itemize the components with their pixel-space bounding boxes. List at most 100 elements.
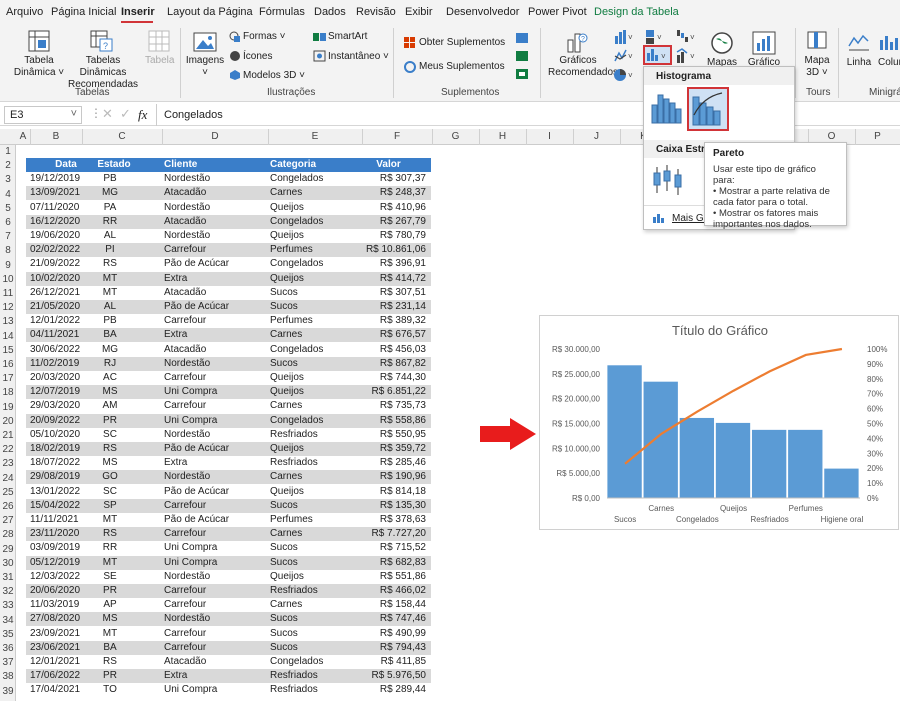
date-cell[interactable]: 26/12/2021 [30, 286, 82, 300]
state-cell[interactable]: RS [82, 655, 138, 669]
value-cell[interactable]: R$ 814,18 [360, 485, 426, 499]
client-cell[interactable]: Nordestão [164, 172, 264, 186]
value-cell[interactable]: R$ 396,91 [360, 257, 426, 271]
value-cell[interactable]: R$ 307,37 [360, 172, 426, 186]
client-cell[interactable]: Pão de Acúcar [164, 485, 264, 499]
value-cell[interactable]: R$ 248,37 [360, 186, 426, 200]
value-cell[interactable]: R$ 747,46 [360, 612, 426, 626]
date-cell[interactable]: 20/06/2020 [30, 584, 82, 598]
category-cell[interactable]: Carnes [270, 328, 360, 342]
value-cell[interactable]: R$ 558,86 [360, 414, 426, 428]
combo-chart-icon[interactable]: ˅ [676, 47, 698, 65]
bing-maps-icon[interactable] [515, 32, 529, 44]
date-cell[interactable]: 11/11/2021 [30, 513, 82, 527]
chevron-down-icon[interactable]: ˅ [71, 108, 77, 120]
tab-revisao[interactable]: Revisão [356, 6, 396, 18]
date-cell[interactable]: 11/03/2019 [30, 598, 82, 612]
line-chart-icon[interactable]: ˅ [614, 47, 636, 65]
client-cell[interactable]: Extra [164, 272, 264, 286]
date-cell[interactable]: 23/11/2020 [30, 527, 82, 541]
value-cell[interactable]: R$ 715,52 [360, 541, 426, 555]
column-header[interactable]: A [16, 131, 30, 142]
value-cell[interactable]: R$ 135,30 [360, 499, 426, 513]
state-cell[interactable]: PB [82, 314, 138, 328]
date-cell[interactable]: 29/03/2020 [30, 399, 82, 413]
state-cell[interactable]: SP [82, 499, 138, 513]
row-header[interactable]: 22 [0, 443, 16, 457]
date-cell[interactable]: 05/10/2020 [30, 428, 82, 442]
client-cell[interactable]: Pão de Acúcar [164, 300, 264, 314]
state-cell[interactable]: AP [82, 598, 138, 612]
date-cell[interactable]: 05/12/2019 [30, 556, 82, 570]
row-header[interactable]: 2 [0, 159, 16, 173]
state-cell[interactable]: AM [82, 399, 138, 413]
row-header[interactable]: 16 [0, 358, 16, 372]
state-cell[interactable]: PB [82, 172, 138, 186]
row-header[interactable]: 17 [0, 372, 16, 386]
state-cell[interactable]: PA [82, 201, 138, 215]
tab-design-tabela[interactable]: Design da Tabela [594, 6, 679, 18]
date-cell[interactable]: 17/06/2022 [30, 669, 82, 683]
date-cell[interactable]: 07/11/2020 [30, 201, 82, 215]
state-cell[interactable]: PR [82, 414, 138, 428]
date-cell[interactable]: 12/03/2022 [30, 570, 82, 584]
box-whisker-option-icon[interactable] [652, 163, 686, 197]
date-cell[interactable]: 30/06/2022 [30, 343, 82, 357]
category-cell[interactable]: Congelados [270, 343, 360, 357]
pivot-table-icon[interactable] [28, 30, 50, 52]
client-cell[interactable]: Carrefour [164, 627, 264, 641]
state-cell[interactable]: MT [82, 627, 138, 641]
state-cell[interactable]: MG [82, 186, 138, 200]
client-cell[interactable]: Nordestão [164, 570, 264, 584]
client-cell[interactable]: Nordestão [164, 470, 264, 484]
state-cell[interactable]: MT [82, 513, 138, 527]
value-cell[interactable]: R$ 550,95 [360, 428, 426, 442]
recommended-pivot-button[interactable]: Tabelas Dinâmicas Recomendadas [64, 55, 142, 91]
row-header[interactable]: 7 [0, 230, 16, 244]
client-cell[interactable]: Nordestão [164, 357, 264, 371]
value-cell[interactable]: R$ 411,85 [360, 655, 426, 669]
category-cell[interactable]: Queijos [270, 229, 360, 243]
tab-exibir[interactable]: Exibir [405, 6, 433, 18]
category-cell[interactable]: Sucos [270, 641, 360, 655]
date-cell[interactable]: 21/09/2022 [30, 257, 82, 271]
state-cell[interactable]: AL [82, 229, 138, 243]
value-cell[interactable]: R$ 190,96 [360, 470, 426, 484]
smartart-button[interactable]: SmartArt [328, 31, 367, 42]
column-header[interactable]: O [808, 131, 855, 142]
client-cell[interactable]: Carrefour [164, 314, 264, 328]
column-header[interactable]: J [573, 131, 620, 142]
state-cell[interactable]: MG [82, 343, 138, 357]
client-cell[interactable]: Atacadão [164, 343, 264, 357]
3d-map-icon[interactable] [806, 30, 828, 54]
row-header[interactable]: 10 [0, 273, 16, 287]
category-cell[interactable]: Sucos [270, 541, 360, 555]
category-cell[interactable]: Congelados [270, 172, 360, 186]
client-cell[interactable]: Atacadão [164, 215, 264, 229]
row-header[interactable]: 15 [0, 344, 16, 358]
my-addins-button[interactable]: Meus Suplementos [419, 61, 505, 72]
category-cell[interactable]: Sucos [270, 627, 360, 641]
state-cell[interactable]: MT [82, 272, 138, 286]
table-header-cell[interactable]: Categoria [270, 158, 330, 172]
3d-map-button[interactable]: Mapa 3D ˅ [800, 55, 834, 79]
category-cell[interactable]: Queijos [270, 385, 360, 399]
category-cell[interactable]: Queijos [270, 485, 360, 499]
histogram-option-icon[interactable] [650, 91, 684, 125]
value-cell[interactable]: R$ 7.727,20 [360, 527, 427, 541]
category-cell[interactable]: Resfriados [270, 456, 360, 470]
maps-icon[interactable] [710, 31, 734, 55]
tab-dados[interactable]: Dados [314, 6, 346, 18]
recommended-pivot-icon[interactable]: ? [90, 30, 114, 52]
date-cell[interactable]: 16/12/2020 [30, 215, 82, 229]
row-header[interactable]: 20 [0, 415, 16, 429]
images-button[interactable]: Imagens ˅ [185, 55, 225, 79]
client-cell[interactable]: Atacadão [164, 286, 264, 300]
client-cell[interactable]: Nordestão [164, 612, 264, 626]
date-cell[interactable]: 15/04/2022 [30, 499, 82, 513]
client-cell[interactable]: Atacadão [164, 655, 264, 669]
category-cell[interactable]: Carnes [270, 527, 360, 541]
row-header[interactable]: 39 [0, 685, 16, 699]
value-cell[interactable]: R$ 5.976,50 [360, 669, 427, 683]
row-header[interactable]: 3 [0, 173, 16, 187]
